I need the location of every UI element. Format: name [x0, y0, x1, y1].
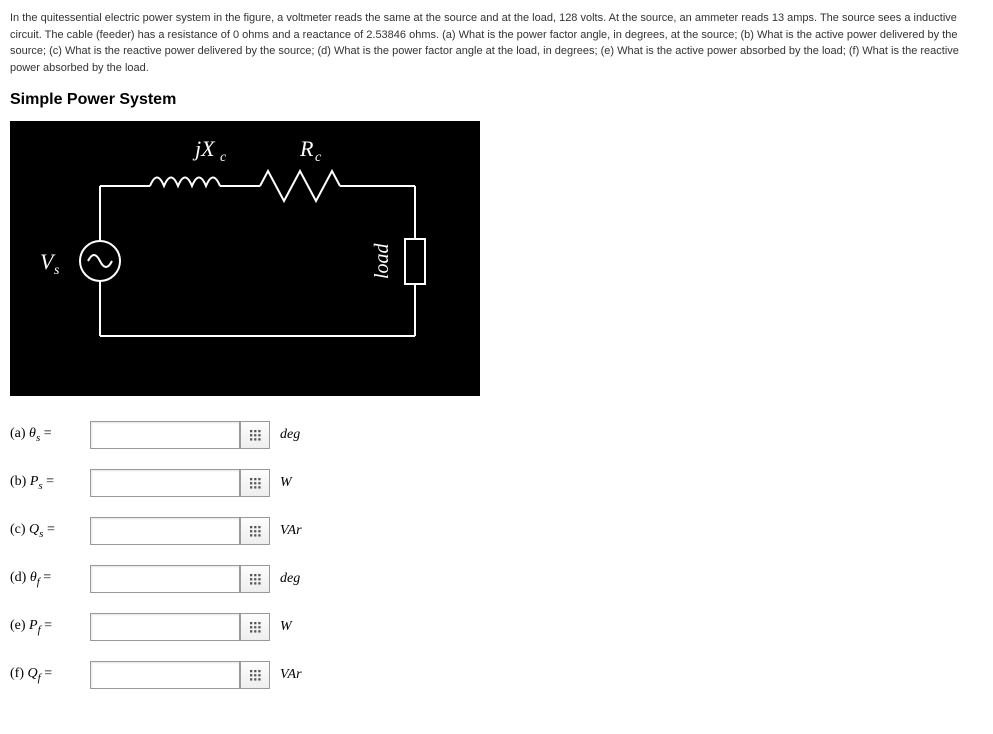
problem-statement: In the quitessential electric power syst…: [10, 10, 983, 76]
keypad-button[interactable]: [240, 421, 270, 449]
circuit-diagram: jX c R c V s load: [10, 121, 480, 396]
keypad-button[interactable]: [240, 613, 270, 641]
grid-icon: [250, 478, 261, 489]
unit-label: deg: [280, 571, 300, 587]
grid-icon: [250, 430, 261, 441]
svg-text:jX: jX: [192, 136, 216, 161]
answer-input-3[interactable]: [90, 565, 240, 593]
answer-row-4: (e) Pf = W: [10, 613, 983, 641]
grid-icon: [250, 622, 261, 633]
keypad-button[interactable]: [240, 565, 270, 593]
answer-label: (e) Pf =: [10, 618, 90, 636]
answer-row-1: (b) Ps = W: [10, 469, 983, 497]
grid-icon: [250, 526, 261, 537]
section-title: Simple Power System: [10, 91, 983, 109]
unit-label: VAr: [280, 523, 302, 539]
answer-label: (b) Ps =: [10, 474, 90, 492]
svg-text:c: c: [220, 150, 227, 165]
svg-text:s: s: [54, 263, 60, 278]
keypad-button[interactable]: [240, 469, 270, 497]
answer-label: (c) Qs =: [10, 522, 90, 540]
answer-input-5[interactable]: [90, 661, 240, 689]
answer-label: (f) Qf =: [10, 666, 90, 684]
answer-label: (a) θs =: [10, 426, 90, 444]
grid-icon: [250, 574, 261, 585]
svg-text:load: load: [371, 242, 393, 279]
answer-label: (d) θf =: [10, 570, 90, 588]
answer-input-0[interactable]: [90, 421, 240, 449]
keypad-button[interactable]: [240, 517, 270, 545]
answer-row-3: (d) θf = deg: [10, 565, 983, 593]
unit-label: W: [280, 475, 292, 491]
answer-input-4[interactable]: [90, 613, 240, 641]
answer-row-2: (c) Qs = VAr: [10, 517, 983, 545]
grid-icon: [250, 670, 261, 681]
answer-row-0: (a) θs = deg: [10, 421, 983, 449]
answer-row-5: (f) Qf = VAr: [10, 661, 983, 689]
svg-text:c: c: [315, 150, 322, 165]
unit-label: VAr: [280, 667, 302, 683]
unit-label: W: [280, 619, 292, 635]
keypad-button[interactable]: [240, 661, 270, 689]
answer-input-2[interactable]: [90, 517, 240, 545]
answer-input-1[interactable]: [90, 469, 240, 497]
svg-text:R: R: [299, 136, 314, 161]
unit-label: deg: [280, 427, 300, 443]
